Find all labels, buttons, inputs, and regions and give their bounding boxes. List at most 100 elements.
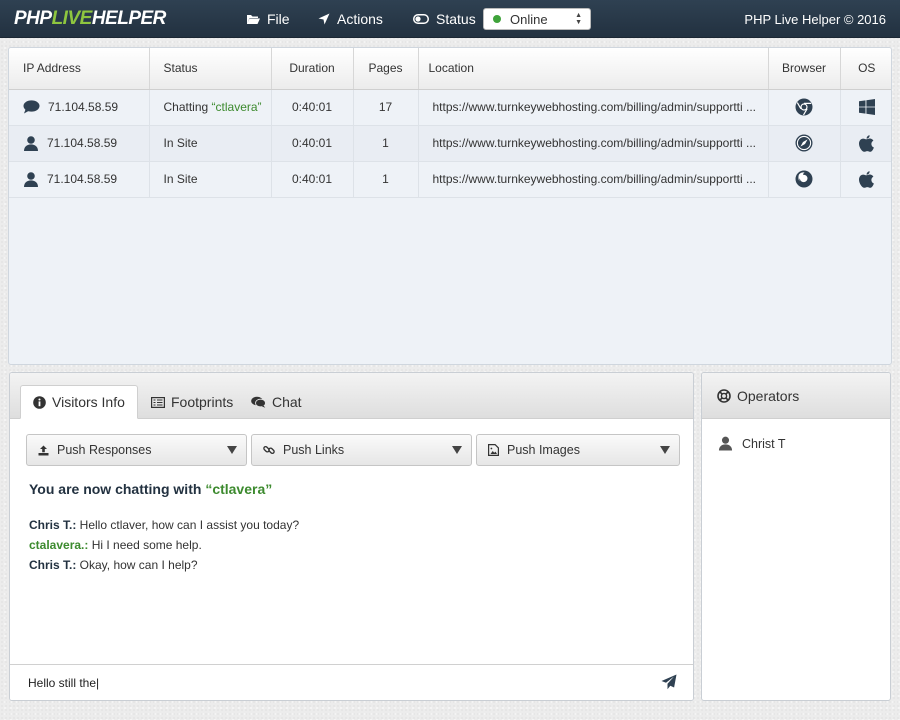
message-text: Hello ctlaver, how can I assist you toda… [76, 518, 300, 532]
chat-input-row [10, 664, 693, 700]
cell-location[interactable]: https://www.turnkeywebhosting.com/billin… [418, 125, 769, 162]
chat-heading-name: “ctlavera” [205, 481, 273, 497]
menu-file[interactable]: File [246, 0, 290, 38]
chat-messages: Chris T.: Hello ctlaver, how can I assis… [29, 515, 299, 575]
chat-heading-text: You are now chatting with [29, 481, 206, 497]
status-select-value: Online [510, 11, 548, 27]
user-icon [718, 436, 733, 451]
cell-browser [768, 125, 841, 162]
cell-status: Chatting “ctlavera” [149, 89, 272, 126]
cell-pages: 17 [353, 89, 419, 126]
select-arrows-icon: ▲ ▼ [575, 12, 582, 26]
user-icon [24, 171, 38, 187]
chrome-icon [795, 98, 813, 116]
push-responses-label: Push Responses [57, 443, 152, 457]
cell-status: In Site [149, 161, 272, 198]
menu-actions[interactable]: Actions [318, 0, 383, 38]
cell-pages: 1 [353, 161, 419, 198]
tab-visitors-info[interactable]: Visitors Info [20, 385, 138, 419]
message-text: Hi I need some help. [88, 538, 202, 552]
column-header-pages[interactable]: Pages [353, 48, 419, 90]
cell-location[interactable]: https://www.turnkeywebhosting.com/billin… [418, 161, 769, 198]
push-images-button[interactable]: Push Images [476, 434, 680, 466]
visitor-status: In Site [163, 136, 198, 150]
cell-duration: 0:40:01 [271, 89, 354, 126]
chat-message: Chris T.: Hello ctlaver, how can I assis… [29, 515, 299, 535]
table-row[interactable]: 71.104.58.59 In Site 0:40:01 1 https://w… [9, 125, 891, 162]
push-links-button[interactable]: Push Links [251, 434, 472, 466]
visitors-table: IP Address Status Duration Pages Locatio… [9, 48, 891, 198]
table-row[interactable]: 71.104.58.59 Chatting “ctlavera” 0:40:01… [9, 89, 891, 126]
push-links-label: Push Links [283, 443, 345, 457]
chat-message: ctalavera.: Hi I need some help. [29, 535, 299, 555]
tab-footprints[interactable]: Footprints [151, 385, 233, 419]
push-responses-button[interactable]: Push Responses [26, 434, 247, 466]
visitor-ip: 71.104.58.59 [47, 136, 118, 150]
message-author: Chris T.: [29, 558, 77, 572]
table-row[interactable]: 71.104.58.59 In Site 0:40:01 1 https://w… [9, 161, 891, 198]
cell-duration: 0:40:01 [271, 161, 354, 198]
visitor-status: Chatting [163, 100, 212, 114]
location-arrow-icon [318, 13, 330, 25]
folder-icon [247, 15, 260, 24]
menu-file-label: File [267, 11, 290, 27]
cell-status: In Site [149, 125, 272, 162]
firefox-icon [795, 170, 813, 188]
chat-heading: You are now chatting with “ctlavera” [29, 481, 272, 497]
status-select[interactable]: Online ▲ ▼ [483, 8, 591, 30]
tab-chat[interactable]: Chat [251, 385, 302, 419]
upload-icon [38, 445, 49, 455]
cell-location[interactable]: https://www.turnkeywebhosting.com/billin… [418, 89, 769, 126]
operator-item[interactable]: Christ T [718, 436, 786, 451]
copyright-text: PHP Live Helper © 2016 [744, 11, 886, 27]
cell-browser [768, 89, 841, 126]
windows-icon [858, 99, 875, 115]
tab-footprints-label: Footprints [171, 394, 234, 410]
menu-status-label: Status [436, 11, 476, 27]
link-icon [263, 445, 275, 455]
menu-status[interactable]: Status [413, 0, 476, 38]
visitor-chat-name: “ctlavera” [211, 100, 262, 114]
message-author: Chris T.: [29, 518, 77, 532]
logo-text-live: LIVE [51, 8, 93, 29]
cell-ip: 71.104.58.59 [9, 125, 150, 162]
list-icon [151, 396, 165, 408]
cell-pages: 1 [353, 125, 419, 162]
cell-ip: 71.104.58.59 [9, 89, 150, 126]
chat-tabs-bar: Visitors Info Footprints Chat [10, 373, 693, 419]
life-ring-icon [717, 388, 731, 403]
message-author: ctalavera.: [29, 538, 89, 552]
cell-os [840, 89, 891, 126]
operators-panel: Operators Christ T [701, 372, 891, 701]
logo-text-helper: HELPER [91, 8, 167, 29]
column-header-ip[interactable]: IP Address [9, 48, 150, 90]
logo-text-php: PHP [14, 8, 52, 29]
column-header-browser[interactable]: Browser [768, 48, 841, 90]
push-images-label: Push Images [507, 443, 580, 457]
visitor-ip: 71.104.58.59 [48, 100, 119, 114]
tab-visitors-info-label: Visitors Info [52, 394, 125, 410]
info-circle-icon [33, 395, 46, 409]
top-bar: PHPLIVEHELPER File Actions Status Online… [0, 0, 900, 38]
operators-title: Operators [737, 387, 800, 404]
operators-header: Operators [702, 373, 890, 419]
tab-chat-label: Chat [272, 394, 302, 410]
column-header-duration[interactable]: Duration [271, 48, 354, 90]
cell-os [840, 161, 891, 198]
chat-panel: Visitors Info Footprints Chat Push Respo… [9, 372, 694, 701]
column-header-os[interactable]: OS [840, 48, 891, 90]
cell-duration: 0:40:01 [271, 125, 354, 162]
chat-message-input[interactable] [28, 671, 648, 695]
chat-message: Chris T.: Okay, how can I help? [29, 555, 299, 575]
chat-bubble-icon [23, 100, 40, 114]
visitor-ip: 71.104.58.59 [47, 172, 118, 186]
caret-down-icon [660, 446, 670, 454]
cell-os [840, 125, 891, 162]
table-header-row: IP Address Status Duration Pages Locatio… [9, 48, 891, 90]
column-header-location[interactable]: Location [418, 48, 769, 90]
send-paper-plane-icon[interactable] [661, 674, 677, 690]
safari-icon [795, 134, 813, 152]
online-indicator-icon [493, 15, 501, 23]
column-header-status[interactable]: Status [149, 48, 272, 90]
visitor-status: In Site [163, 172, 198, 186]
